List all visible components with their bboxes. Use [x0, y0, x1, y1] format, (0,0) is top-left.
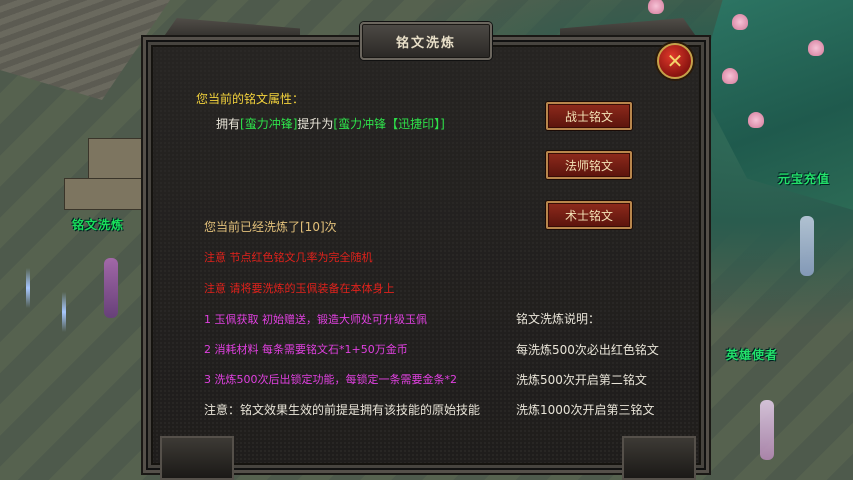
light-effect	[62, 292, 66, 332]
npc-name-hero-envoy[interactable]: 英雄使者	[726, 346, 778, 363]
note-red-2: 注意 请将要洗炼的玉佩装备在本体身上	[204, 282, 395, 295]
note-skill-requirement: 注意：铭文效果生效的前提是拥有该技能的原始技能	[204, 403, 481, 417]
skill-from: [蛮力冲锋]	[240, 117, 298, 131]
npc-recharge[interactable]	[800, 216, 814, 276]
upgrade-prefix: 拥有	[216, 117, 241, 131]
warrior-rune-button[interactable]: 战士铭文	[546, 102, 632, 130]
npc-name-rune-refine[interactable]: 铭文洗炼	[72, 216, 124, 233]
upgrade-middle: 提升为	[297, 117, 334, 131]
market-stall	[64, 178, 144, 210]
explain-line-3: 洗炼1000次开启第三铭文	[516, 403, 655, 417]
lotus-flower	[648, 0, 664, 14]
dialog-title-plate: 铭文洗炼	[360, 22, 492, 60]
lotus-flower	[748, 112, 764, 128]
rune-attribute-label: 您当前的铭文属性：	[196, 92, 305, 106]
dialog-title: 铭文洗炼	[395, 35, 456, 51]
rune-upgrade-line: 拥有[蛮力冲锋]提升为[蛮力冲锋【迅捷印】]	[216, 115, 445, 132]
mage-rune-button[interactable]: 法师铭文	[546, 151, 632, 179]
close-button[interactable]: ✕	[657, 43, 693, 79]
close-x-icon: ✕	[666, 49, 684, 73]
refine-count-text: 您当前已经洗炼了[10]次	[204, 220, 337, 234]
taoist-rune-button[interactable]: 术士铭文	[546, 201, 632, 229]
building-roof	[0, 0, 170, 100]
explain-line-2: 洗炼500次开启第二铭文	[516, 373, 647, 387]
npc-name-recharge[interactable]: 元宝充值	[778, 170, 830, 187]
note-magenta-2: 2 消耗材料 每条需要铭文石*1+50万金币	[204, 343, 408, 356]
light-effect	[26, 268, 30, 308]
note-magenta-1: 1 玉佩获取 初始赠送，锻造大师处可升级玉佩	[204, 313, 427, 326]
dialog-foot-right	[622, 436, 696, 480]
explain-line-1: 每洗炼500次必出红色铭文	[516, 343, 659, 357]
lotus-flower	[722, 68, 738, 84]
skill-to: [蛮力冲锋【迅捷印】]	[333, 117, 445, 131]
npc-hero-envoy[interactable]	[760, 400, 774, 460]
note-magenta-3: 3 洗炼500次后出锁定功能，每锁定一条需要金条*2	[204, 373, 457, 386]
market-stall	[88, 138, 146, 180]
lotus-flower	[808, 40, 824, 56]
note-red-1: 注意 节点红色铭文几率为完全随机	[204, 251, 373, 264]
npc-rune-refine[interactable]	[104, 258, 118, 318]
lotus-flower	[732, 14, 748, 30]
explain-title: 铭文洗炼说明：	[516, 312, 601, 326]
dialog-foot-left	[160, 436, 234, 480]
